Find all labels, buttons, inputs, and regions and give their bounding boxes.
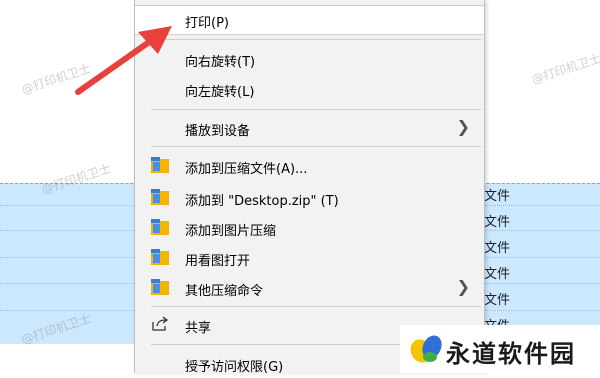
archive-icon bbox=[151, 249, 169, 265]
menu-item-label: 打印(P) bbox=[185, 16, 229, 31]
menu-item-add-to-desktop-zip[interactable]: 添加到 "Desktop.zip" (T) bbox=[135, 184, 484, 212]
archive-icon bbox=[151, 189, 169, 205]
menu-item-label: 添加到图片压缩 bbox=[185, 224, 277, 239]
menu-item-label: 向左旋转(L) bbox=[185, 85, 255, 100]
brand-logo: 永道软件园 bbox=[400, 325, 600, 373]
file-type-cell: 文件 bbox=[484, 189, 511, 204]
menu-separator bbox=[151, 39, 481, 40]
share-icon bbox=[152, 316, 169, 331]
chevron-right-icon: ❯ bbox=[456, 117, 470, 136]
menu-separator bbox=[151, 109, 481, 110]
menu-item-add-to-archive[interactable]: 添加到压缩文件(A)... bbox=[135, 152, 484, 180]
menu-item-label: 共享 bbox=[185, 321, 212, 336]
menu-item-label: 添加到 "Desktop.zip" (T) bbox=[185, 194, 339, 209]
watermark: @打印机卫士 bbox=[529, 51, 600, 87]
leaf-logo-icon bbox=[410, 335, 442, 363]
menu-item-label: 其他压缩命令 bbox=[185, 284, 264, 299]
menu-item-label: 用看图打开 bbox=[185, 254, 251, 269]
file-type-cell: 文件 bbox=[484, 215, 511, 230]
menu-item-label: 授予访问权限(G) bbox=[185, 360, 284, 375]
brand-name: 永道软件园 bbox=[446, 340, 576, 368]
menu-item-cast-to-device[interactable]: 播放到设备 ❯ bbox=[135, 114, 484, 142]
annotation-arrow-icon bbox=[75, 26, 172, 95]
menu-item-add-to-image-archive[interactable]: 添加到图片压缩 bbox=[135, 214, 484, 242]
archive-icon bbox=[151, 157, 169, 173]
file-type-cell: 文件 bbox=[484, 241, 511, 256]
menu-separator bbox=[151, 146, 481, 147]
menu-separator bbox=[151, 306, 481, 307]
menu-item-label: 添加到压缩文件(A)... bbox=[185, 162, 308, 177]
archive-icon bbox=[151, 279, 169, 295]
menu-item-more-archive-commands[interactable]: 其他压缩命令 ❯ bbox=[135, 274, 484, 302]
menu-item-open-with-viewer[interactable]: 用看图打开 bbox=[135, 244, 484, 272]
menu-item-label: 向右旋转(T) bbox=[185, 55, 256, 70]
chevron-right-icon: ❯ bbox=[456, 277, 470, 296]
archive-icon bbox=[151, 219, 169, 235]
file-type-cell: 文件 bbox=[484, 267, 511, 282]
menu-item-label: 播放到设备 bbox=[185, 124, 251, 139]
file-type-cell: 文件 bbox=[484, 293, 511, 308]
